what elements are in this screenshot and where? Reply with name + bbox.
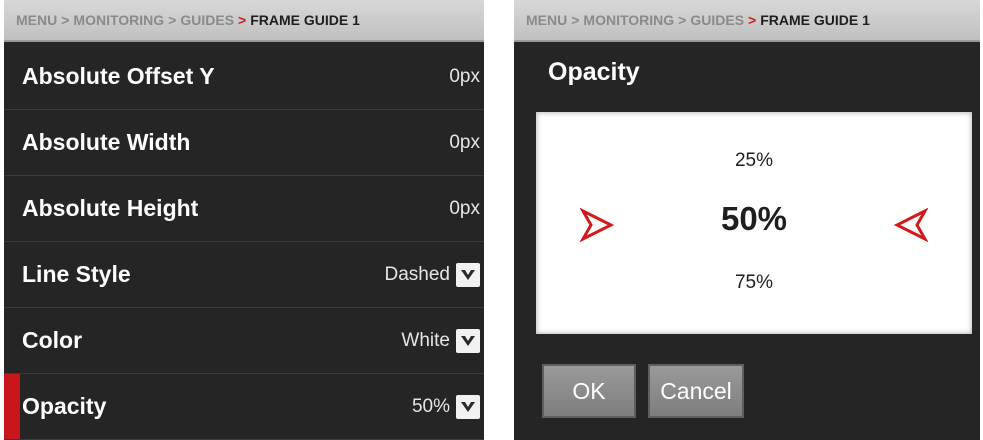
breadcrumb-separator-active: >	[748, 12, 757, 28]
breadcrumb-current: FRAME GUIDE 1	[760, 12, 870, 28]
setting-label: Absolute Width	[22, 129, 191, 155]
picker-option-previous[interactable]: 25%	[536, 150, 972, 172]
settings-list: Absolute Offset Y 0px Absolute Width 0px…	[4, 44, 484, 440]
setting-row-absolute-offset-y[interactable]: Absolute Offset Y 0px	[4, 44, 484, 110]
setting-label: Color	[22, 327, 83, 353]
setting-label: Absolute Offset Y	[22, 63, 215, 89]
breadcrumb-item-monitoring[interactable]: MONITORING	[583, 12, 674, 28]
picker-option-next[interactable]: 75%	[536, 272, 972, 294]
setting-row-absolute-width[interactable]: Absolute Width 0px	[4, 110, 484, 176]
ok-button[interactable]: OK	[542, 364, 636, 418]
opacity-picker-panel: MENU > MONITORING > GUIDES > FRAME GUIDE…	[514, 0, 980, 440]
breadcrumb-item-menu[interactable]: MENU	[16, 12, 57, 28]
setting-row-opacity[interactable]: Opacity 50%	[4, 374, 484, 440]
setting-row-absolute-height[interactable]: Absolute Height 0px	[4, 176, 484, 242]
setting-value: Dashed	[384, 263, 451, 285]
setting-label: Absolute Height	[22, 195, 199, 221]
breadcrumb-separator: >	[678, 12, 687, 28]
breadcrumb-item-guides[interactable]: GUIDES	[180, 12, 234, 28]
breadcrumb-separator: >	[61, 12, 70, 28]
arrow-right-icon[interactable]	[579, 207, 615, 243]
menu-panel: MENU > MONITORING > GUIDES > FRAME GUIDE…	[4, 0, 484, 440]
chevron-down-icon[interactable]	[456, 262, 480, 287]
setting-row-color[interactable]: Color White	[4, 308, 484, 374]
breadcrumb-current: FRAME GUIDE 1	[250, 12, 360, 28]
setting-label: Opacity	[22, 393, 107, 419]
setting-value: 50%	[411, 395, 450, 417]
breadcrumb-separator-active: >	[238, 12, 247, 28]
breadcrumb: MENU > MONITORING > GUIDES > FRAME GUIDE…	[514, 0, 980, 42]
setting-value: 0px	[449, 197, 480, 219]
dialog-title: Opacity	[548, 58, 640, 86]
setting-value: 0px	[449, 131, 480, 153]
chevron-down-icon[interactable]	[456, 394, 480, 419]
chevron-down-icon[interactable]	[456, 328, 480, 353]
breadcrumb-separator: >	[168, 12, 177, 28]
setting-row-line-style[interactable]: Line Style Dashed	[4, 242, 484, 308]
setting-value: 0px	[449, 65, 480, 87]
breadcrumb-item-guides[interactable]: GUIDES	[690, 12, 744, 28]
cancel-button[interactable]: Cancel	[648, 364, 744, 418]
setting-label: Line Style	[22, 261, 131, 287]
arrow-left-icon[interactable]	[893, 207, 929, 243]
breadcrumb-item-monitoring[interactable]: MONITORING	[73, 12, 164, 28]
breadcrumb-separator: >	[571, 12, 580, 28]
breadcrumb: MENU > MONITORING > GUIDES > FRAME GUIDE…	[4, 0, 484, 42]
breadcrumb-item-menu[interactable]: MENU	[526, 12, 567, 28]
setting-value: White	[401, 329, 450, 351]
value-picker[interactable]: 25% 50% 75%	[536, 112, 972, 334]
